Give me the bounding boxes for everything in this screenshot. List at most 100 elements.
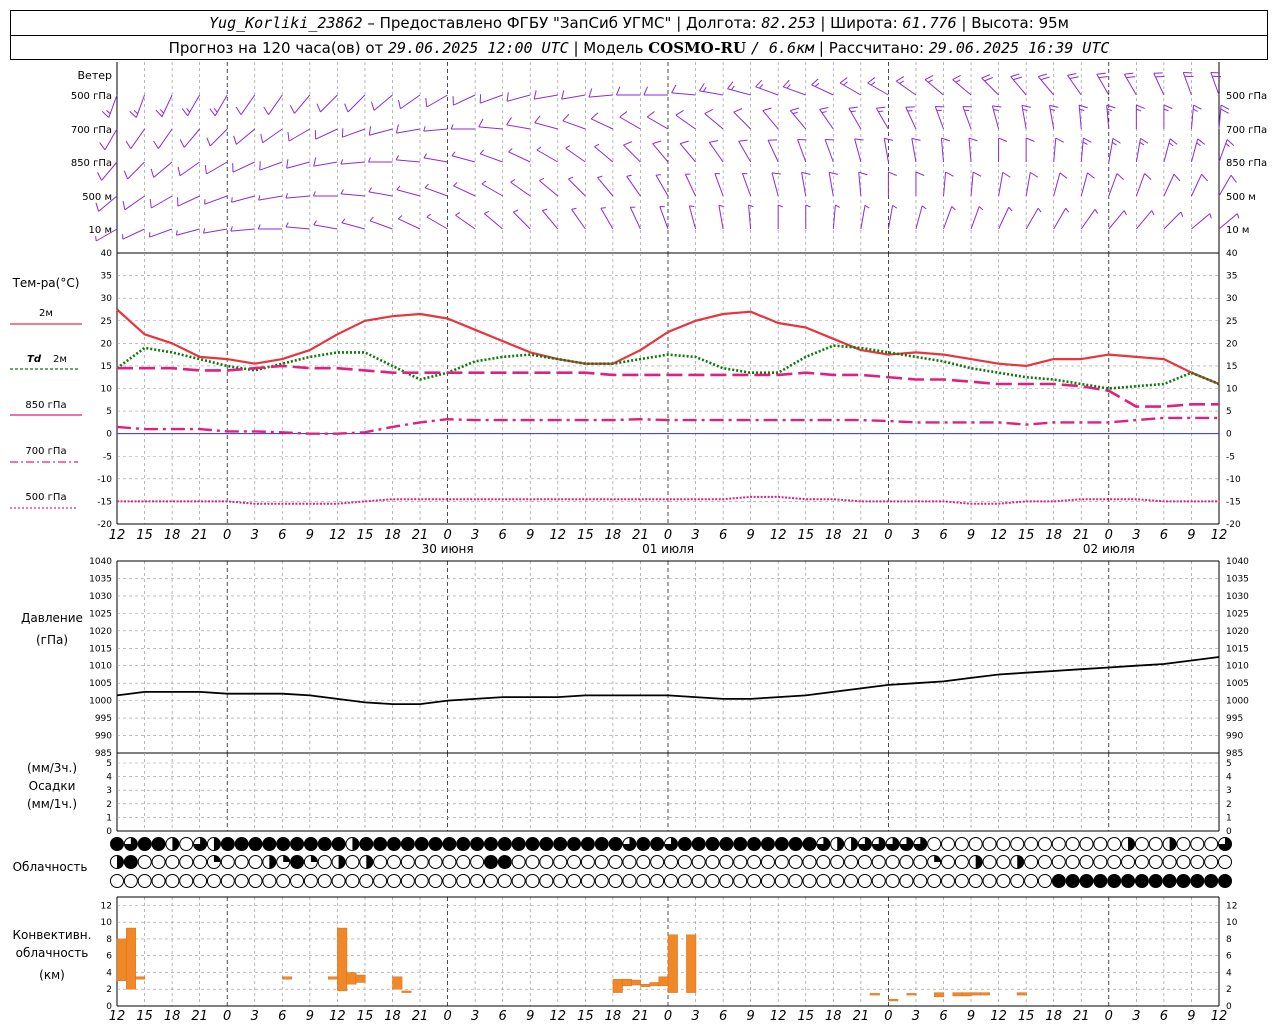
wind-barb-feather: [313, 220, 317, 226]
wind-barb: [368, 191, 393, 197]
wind-level-label-right: 10 м: [1226, 225, 1249, 236]
time-tick-label-bottom: 21: [412, 1009, 429, 1024]
wind-barb-feather: [1201, 173, 1208, 182]
time-tick-label: 6: [278, 528, 286, 543]
wind-barb: [176, 228, 200, 236]
cloud-cover-symbol: [580, 874, 595, 888]
cloud-cover-symbol: [1037, 837, 1052, 851]
wind-barb-feather: [101, 111, 110, 118]
meteogram: Ветер 500 гПа 500 гПа 700 гПа 700 гПа 850 гПа…: [10, 62, 1267, 1024]
wind-barb-feather: [1022, 108, 1028, 111]
wind-barb-feather: [484, 210, 489, 215]
wind-barb-feather: [133, 110, 139, 115]
cloud-cover-symbol: [857, 855, 872, 869]
cloud-cover-symbol: [456, 874, 471, 888]
temp-ytick-left: 10: [101, 385, 113, 395]
wind-barb-feather: [395, 124, 399, 134]
wind-barb-feather: [941, 137, 951, 142]
precip-title: Осадки: [29, 779, 76, 793]
cloud-cover-symbol: [497, 837, 512, 851]
wind-barb-feather: [478, 118, 484, 128]
cloud-cover-symbol: [1107, 874, 1122, 888]
cloud-cover-symbol: [857, 874, 872, 888]
cloud-cover-symbol: [733, 874, 748, 888]
wind-barb: [1106, 105, 1110, 130]
cloud-cover-symbol: [1093, 874, 1108, 888]
convective-bar: [355, 974, 366, 983]
time-tick-label-bottom: 3: [471, 1009, 479, 1024]
time-tick-label-bottom: 3: [691, 1009, 699, 1024]
cloud-cover-fill: [1169, 837, 1177, 851]
wind-barb-feather: [1025, 137, 1035, 142]
pressure-ytick-left: 1000: [89, 697, 112, 707]
wind-barb-feather: [699, 83, 705, 92]
time-tick-label-bottom: 15: [577, 1009, 594, 1024]
time-tick-label-bottom: 6: [1160, 1009, 1168, 1024]
cloud-cover-symbol: [1176, 837, 1191, 851]
cloud-cover-symbol: [1134, 837, 1149, 851]
wind-barb-feather: [597, 175, 603, 179]
cloud-cover-symbol: [594, 837, 609, 851]
cloud-cover-symbol: [317, 874, 332, 888]
wind-barb-feather: [481, 180, 487, 185]
cloud-cover-symbol: [456, 837, 471, 851]
cloud-cover-symbol: [1148, 874, 1163, 888]
cloud-cover-fill: [269, 855, 276, 869]
wind-barb-feather: [1192, 108, 1198, 112]
cloud-cover-symbol: [1093, 837, 1108, 851]
wind-barb: [534, 94, 558, 100]
time-tick-label-bottom: 18: [164, 1009, 181, 1024]
time-tick-label: 3: [1132, 528, 1140, 543]
cloud-cover-symbol: [414, 855, 429, 869]
time-tick-label: 3: [691, 528, 699, 543]
wind-barb-feather: [771, 172, 781, 175]
wind-barb-feather: [755, 79, 763, 88]
wind-barb: [179, 161, 200, 177]
wind-barb: [369, 220, 393, 230]
temp-ytick-left: 0: [106, 430, 112, 440]
wind-barb-feather: [106, 110, 111, 115]
wind-barb: [151, 195, 173, 209]
cloud-cover-symbol: [525, 837, 540, 851]
wind-barb: [1163, 138, 1171, 163]
wind-barb: [1163, 211, 1182, 230]
time-tick-label: 12: [990, 528, 1007, 543]
wind-barb-feather: [867, 77, 876, 84]
cloud-cover-symbol: [1190, 874, 1205, 888]
cloud-cover-symbol: [691, 855, 706, 869]
wind-barb-feather: [814, 82, 820, 87]
wind-barb-feather: [1098, 76, 1108, 79]
pressure-ytick-right: 1035: [1226, 574, 1249, 584]
wind-barb-feather: [258, 195, 261, 201]
convective-unit: (км): [39, 968, 65, 982]
time-tick-label: 12: [329, 528, 346, 543]
wind-barb-feather: [792, 111, 798, 115]
wind-barb-feather: [655, 174, 662, 176]
wind-barb-feather: [998, 137, 1008, 142]
wind-barb-feather: [945, 171, 954, 177]
wind-barb: [733, 111, 752, 130]
legend-700-label: 700 гПа: [25, 446, 66, 457]
cloud-cover-symbol: [650, 874, 665, 888]
cloud-cover-symbol: [1148, 837, 1163, 851]
time-tick-label: 12: [770, 528, 787, 543]
temp-ytick-left: -15: [97, 497, 112, 507]
cloud-cover-symbol: [206, 874, 221, 888]
legend-2m-label: 2м: [39, 308, 53, 319]
wind-barb-feather: [368, 157, 371, 163]
time-tick-label-bottom: 6: [499, 1009, 507, 1024]
cloud-cover-symbol: [747, 874, 762, 888]
wind-barb-feather: [1230, 174, 1237, 183]
convective-ytick-right: 12: [1226, 901, 1237, 911]
wind-barb: [423, 128, 448, 132]
wind-barb-feather: [921, 205, 927, 210]
cloud-cover-fill: [851, 837, 858, 851]
cloud-cover-symbol: [1162, 855, 1177, 869]
cloud-cover-symbol: [220, 855, 235, 869]
wind-barb: [1037, 76, 1055, 96]
wind-barb-feather: [951, 206, 956, 211]
wind-barb: [854, 138, 862, 163]
cloud-cover-symbol: [262, 837, 277, 851]
time-tick-label-bottom: 9: [747, 1009, 755, 1024]
wind-barb: [1191, 213, 1211, 230]
